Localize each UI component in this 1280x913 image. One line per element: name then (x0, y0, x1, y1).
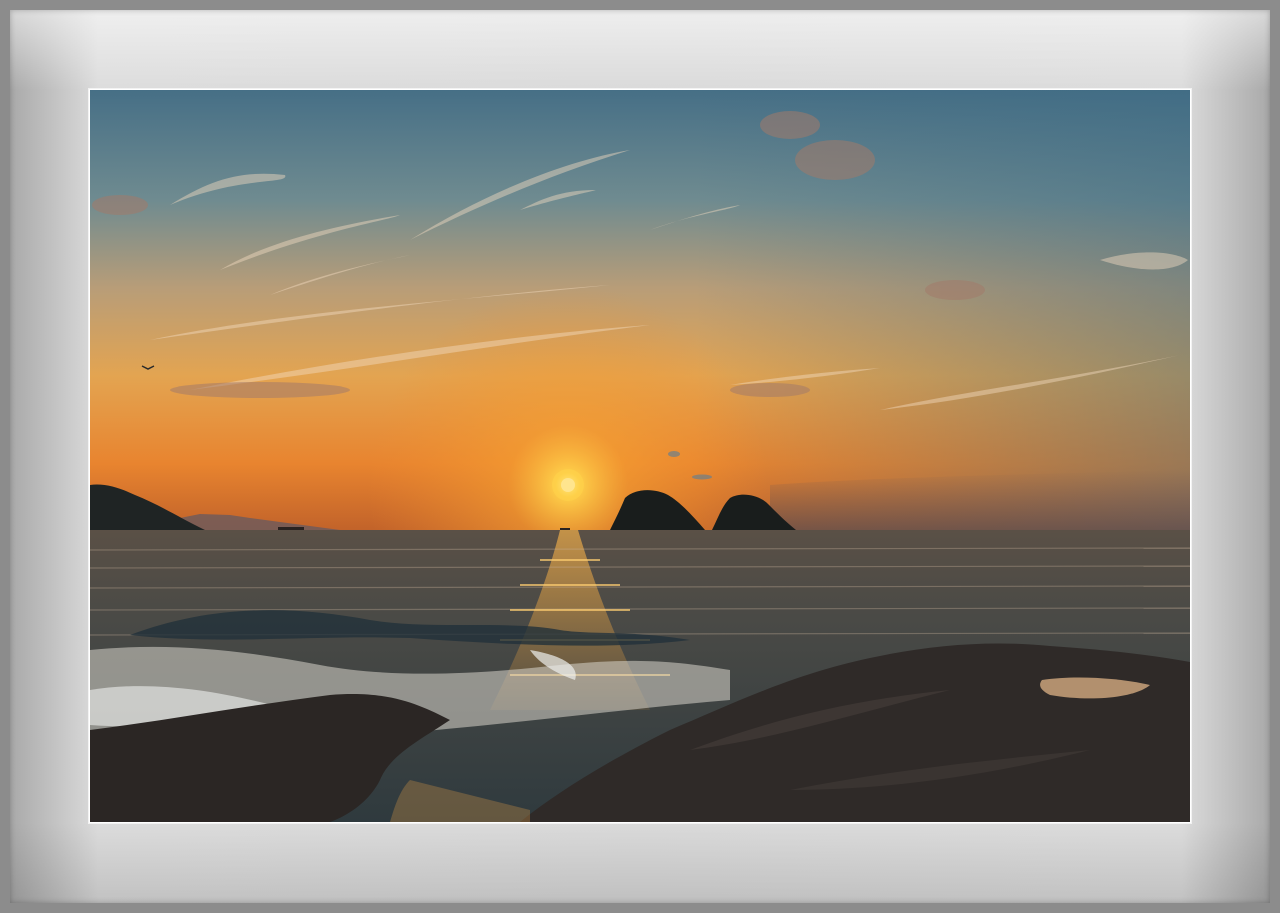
sunset-photo (90, 90, 1190, 822)
